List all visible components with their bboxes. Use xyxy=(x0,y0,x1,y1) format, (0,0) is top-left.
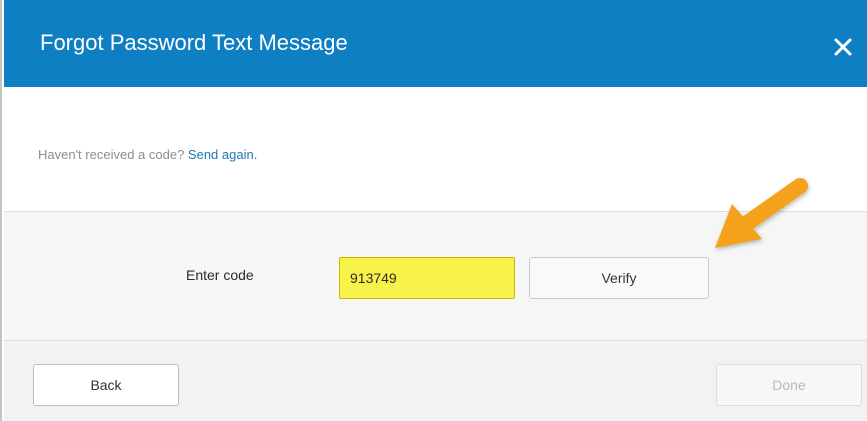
code-input[interactable] xyxy=(339,257,515,299)
dialog-header: Forgot Password Text Message xyxy=(4,0,867,87)
arrow-annotation-icon xyxy=(715,178,808,248)
enter-code-label: Enter code xyxy=(186,267,254,283)
send-again-link[interactable]: Send again. xyxy=(188,147,257,162)
done-button[interactable]: Done xyxy=(716,364,862,406)
resend-prompt: Haven't received a code? xyxy=(38,147,185,162)
close-icon[interactable] xyxy=(831,35,855,59)
verify-button[interactable]: Verify xyxy=(529,257,709,299)
dialog-title: Forgot Password Text Message xyxy=(40,30,348,55)
resend-row: Haven't received a code? Send again. xyxy=(38,147,257,162)
back-button[interactable]: Back xyxy=(33,364,179,406)
dialog-footer: Back Done xyxy=(4,341,867,421)
forgot-password-dialog: Forgot Password Text Message Haven't rec… xyxy=(0,0,867,421)
